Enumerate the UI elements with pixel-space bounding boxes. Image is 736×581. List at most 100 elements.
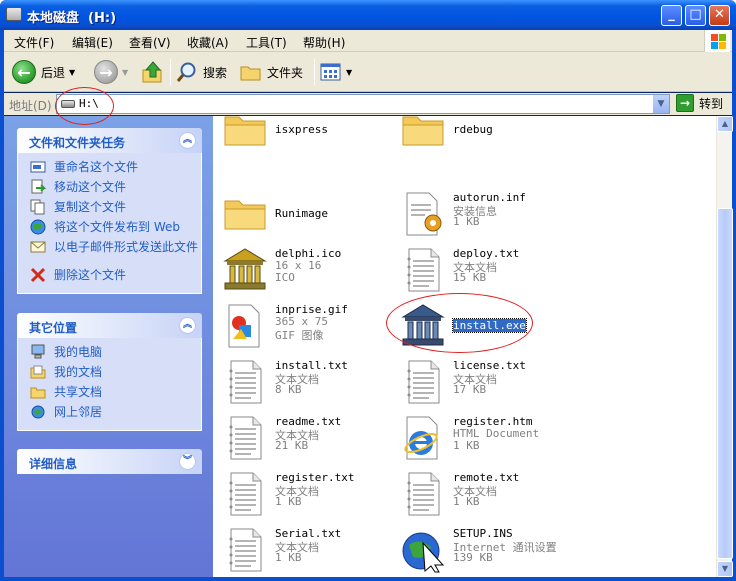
rename-icon: [30, 161, 46, 173]
email-icon: [30, 241, 46, 253]
file-size: 1 KB: [453, 495, 480, 508]
drive-icon: [61, 100, 75, 108]
copy-icon: [30, 199, 45, 215]
other-places-panel: 其它位置 ︽ 我的电脑 我的文档 共享文档 网上邻居: [17, 313, 202, 431]
delete-icon: [30, 267, 46, 283]
file-item-autorun-inf[interactable]: autorun.inf 安装信息 1 KB: [395, 187, 635, 241]
up-folder-icon: [142, 61, 162, 83]
toolbar: ← 后退 ▼ → ▼ 搜索 文件夹 ▼: [4, 52, 732, 92]
vertical-scrollbar[interactable]: ▲ ▼: [716, 116, 733, 577]
windows-logo-icon: [704, 30, 730, 52]
my-computer-icon: [31, 344, 45, 359]
forward-button[interactable]: → ▼: [94, 59, 128, 85]
file-item-setup-ins[interactable]: SETUP.INS Internet 通讯设置 139 KB: [395, 523, 635, 577]
file-name: rdebug: [453, 123, 493, 136]
close-button[interactable]: ✕: [709, 5, 730, 26]
file-name: Runimage: [275, 207, 328, 220]
panel-title: 文件和文件夹任务: [29, 136, 126, 150]
gif-icon: [221, 301, 269, 349]
menu-bar: 文件(F) 编辑(E) 查看(V) 收藏(A) 工具(T) 帮助(H): [4, 30, 732, 52]
file-item-deploy-txt[interactable]: deploy.txt 文本文档 15 KB: [395, 243, 635, 297]
my-documents-icon: [30, 365, 46, 379]
txt-icon: [399, 357, 447, 405]
address-input[interactable]: H:\ ▼: [56, 94, 670, 114]
file-item-license-txt[interactable]: license.txt 文本文档 17 KB: [395, 355, 635, 409]
minimize-button[interactable]: _: [661, 5, 682, 26]
toolbar-separator: [170, 59, 171, 85]
panel-title: 其它位置: [29, 321, 78, 335]
task-email[interactable]: 以电子邮件形式发送此文件: [30, 239, 201, 267]
maximize-button[interactable]: □: [685, 5, 706, 26]
folder-icon: [221, 189, 269, 237]
file-size: 1 KB: [275, 551, 302, 564]
file-item-remote-txt[interactable]: remote.txt 文本文档 1 KB: [395, 467, 635, 521]
move-icon: [31, 179, 46, 194]
place-my-computer[interactable]: 我的电脑: [30, 344, 201, 364]
file-size: 1 KB: [453, 439, 480, 452]
toolbar-separator: [314, 59, 315, 85]
file-tasks-header[interactable]: 文件和文件夹任务 ︽: [17, 128, 202, 153]
file-size: ICO: [275, 271, 295, 284]
views-icon: [320, 63, 341, 81]
address-bar: 地址(D) H:\ ▼ → 转到: [4, 93, 732, 115]
task-move[interactable]: 移动这个文件: [30, 179, 201, 199]
place-shared-documents[interactable]: 共享文档: [30, 384, 201, 404]
back-button[interactable]: ← 后退 ▼: [12, 59, 75, 85]
search-icon: [176, 62, 196, 82]
go-button[interactable]: → 转到: [676, 94, 723, 112]
details-header[interactable]: 详细信息 ︾: [17, 449, 202, 474]
menu-tools[interactable]: 工具(T): [246, 34, 287, 51]
file-size: 1 KB: [453, 215, 480, 228]
menu-view[interactable]: 查看(V): [129, 34, 171, 51]
task-rename[interactable]: 重命名这个文件: [30, 159, 201, 179]
folders-button[interactable]: 文件夹: [240, 59, 303, 85]
window-frame-bottom: [0, 577, 736, 581]
scroll-down-icon[interactable]: ▼: [717, 561, 733, 577]
views-button[interactable]: ▼: [320, 59, 352, 85]
collapse-chevron-icon[interactable]: ︽: [179, 317, 196, 334]
go-arrow-icon: →: [676, 94, 694, 112]
place-network[interactable]: 网上邻居: [30, 404, 201, 424]
txt-icon: [221, 469, 269, 517]
file-size: 21 KB: [275, 439, 309, 452]
task-publish-web[interactable]: 将这个文件发布到 Web: [30, 219, 201, 239]
menu-edit[interactable]: 编辑(E): [72, 34, 113, 51]
explorer-window: 本地磁盘 (H:) _ □ ✕ 文件(F) 编辑(E) 查看(V) 收藏(A) …: [0, 0, 736, 581]
back-arrow-icon: ←: [12, 60, 36, 84]
menu-help[interactable]: 帮助(H): [303, 34, 345, 51]
details-panel: 详细信息 ︾: [17, 449, 202, 474]
file-size: 17 KB: [453, 383, 487, 396]
file-item-rdebug[interactable]: rdebug: [395, 116, 635, 157]
collapse-chevron-icon[interactable]: ︽: [179, 132, 196, 149]
place-my-documents[interactable]: 我的文档: [30, 364, 201, 384]
views-dropdown-icon[interactable]: ▼: [346, 68, 352, 77]
task-copy[interactable]: 复制这个文件: [30, 199, 201, 219]
shared-documents-icon: [30, 387, 46, 399]
file-item-install-exe[interactable]: install.exe: [395, 299, 635, 353]
txt-icon: [399, 245, 447, 293]
menu-file[interactable]: 文件(F): [14, 34, 54, 51]
file-item-register-htm[interactable]: register.htm HTML Document 1 KB: [395, 411, 635, 465]
folders-icon: [240, 66, 261, 81]
file-size: 8 KB: [275, 383, 302, 396]
search-button[interactable]: 搜索: [176, 59, 227, 85]
folder-icon: [221, 116, 269, 153]
address-dropdown-icon[interactable]: ▼: [652, 95, 669, 113]
other-places-header[interactable]: 其它位置 ︽: [17, 313, 202, 338]
back-dropdown-icon[interactable]: ▼: [69, 68, 75, 77]
file-size: 15 KB: [453, 271, 487, 284]
ie-icon: [399, 413, 447, 461]
task-pane: 文件和文件夹任务 ︽ 重命名这个文件 移动这个文件 复制这个文件 将这个文件发布…: [4, 116, 213, 577]
address-label: 地址(D): [9, 99, 52, 113]
forward-dropdown-icon[interactable]: ▼: [122, 68, 128, 77]
expand-chevron-icon[interactable]: ︾: [179, 453, 196, 470]
menu-favorites[interactable]: 收藏(A): [187, 34, 229, 51]
scroll-up-icon[interactable]: ▲: [717, 116, 733, 132]
file-size: 1 KB: [275, 495, 302, 508]
scroll-thumb[interactable]: [717, 208, 733, 559]
up-folder-button[interactable]: [142, 59, 164, 85]
panel-title: 详细信息: [29, 457, 78, 471]
task-delete[interactable]: 删除这个文件: [30, 267, 201, 287]
file-list: isxpress rdebug Runimage autorun.inf 安装信息 1 K…: [213, 116, 716, 577]
window-title: 本地磁盘 (H:): [27, 11, 117, 26]
